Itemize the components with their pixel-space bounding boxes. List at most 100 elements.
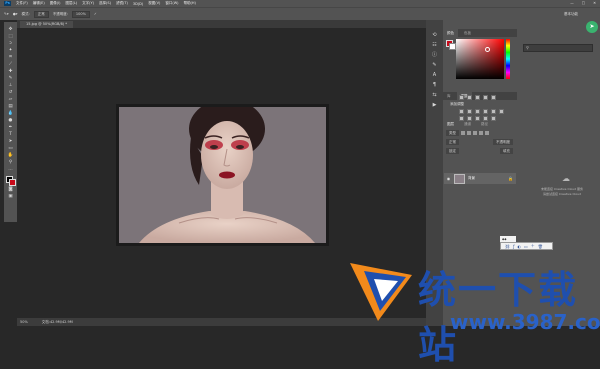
hue-slider[interactable] — [506, 39, 510, 79]
filter-type-icon[interactable] — [473, 131, 477, 135]
marquee-tool-icon[interactable]: ⬚ — [7, 34, 14, 39]
actions-panel-icon[interactable]: ▶ — [431, 102, 438, 109]
pen-tool-icon[interactable]: ✒ — [7, 125, 14, 130]
hand-tool-icon[interactable]: ✋ — [7, 153, 14, 158]
tab-swatches[interactable]: 色板 — [460, 29, 475, 37]
zoom-tool-icon[interactable]: ⚲ — [7, 160, 14, 165]
brush-tool-icon[interactable]: ✎ — [7, 76, 14, 81]
tool-preset-icon[interactable]: ✎▾ — [4, 12, 9, 16]
type-tool-icon[interactable]: T — [7, 132, 14, 137]
menu-edit[interactable]: 编辑(E) — [33, 1, 45, 6]
airbrush-icon[interactable]: ✓ — [94, 12, 97, 16]
new-layer-icon[interactable]: ＋ — [531, 243, 535, 249]
minimize-button[interactable]: — — [570, 1, 574, 5]
panel-background-color[interactable] — [449, 43, 456, 50]
filter-smart-icon[interactable] — [485, 131, 489, 135]
delete-layer-icon[interactable]: 🗑 — [538, 244, 543, 249]
maximize-button[interactable]: □ — [582, 1, 585, 5]
visibility-eye-icon[interactable]: ◉ — [446, 176, 451, 181]
menu-select[interactable]: 选择(S) — [99, 1, 111, 6]
tab-layers[interactable]: 图层 — [443, 120, 458, 128]
brightness-icon[interactable] — [459, 95, 464, 100]
paths-panel-icon[interactable]: ⇆ — [431, 92, 438, 99]
info-panel-icon[interactable]: ⓘ — [431, 52, 438, 59]
lasso-tool-icon[interactable]: ↄ — [7, 41, 14, 46]
floating-toolbar-grip-icon[interactable]: ◆◆ — [500, 237, 507, 241]
dodge-tool-icon[interactable]: ● — [7, 118, 14, 123]
blur-tool-icon[interactable]: 💧 — [7, 111, 14, 116]
document-tab[interactable]: 15.jpg @ 50%(RGB/8) * — [20, 21, 74, 28]
levels-icon[interactable] — [467, 95, 472, 100]
move-tool-icon[interactable]: ✥ — [7, 27, 14, 32]
quick-select-tool-icon[interactable]: ✦ — [7, 48, 14, 53]
fill-label[interactable]: 填充 — [500, 148, 513, 154]
fx-icon[interactable]: ƒ — [513, 244, 514, 249]
photo-filter-icon[interactable] — [483, 109, 488, 114]
history-brush-tool-icon[interactable]: ↺ — [7, 90, 14, 95]
opacity-input[interactable]: 100% — [71, 10, 90, 18]
close-button[interactable]: ✕ — [593, 1, 596, 5]
path-select-tool-icon[interactable]: ➤ — [7, 139, 14, 144]
color-picker-field[interactable] — [456, 39, 504, 79]
character-panel-icon[interactable]: A — [431, 72, 438, 79]
quick-mask-icon[interactable]: ◙ — [7, 187, 14, 192]
brush-size-icon[interactable]: ●▾ — [13, 12, 18, 16]
black-white-icon[interactable] — [475, 109, 480, 114]
eyedropper-tool-icon[interactable]: ⟋ — [7, 62, 14, 67]
layer-row-background[interactable]: ◉ 背景 🔒 — [444, 173, 516, 184]
filter-shape-icon[interactable] — [479, 131, 483, 135]
workspace-select[interactable]: 基本功能 — [564, 12, 578, 17]
download-site-logo — [350, 263, 412, 321]
channel-mixer-icon[interactable] — [491, 109, 496, 114]
filter-pixel-icon[interactable] — [461, 131, 465, 135]
shape-tool-icon[interactable]: ▭ — [7, 146, 14, 151]
filter-adjustment-icon[interactable] — [467, 131, 471, 135]
screen-mode-icon[interactable]: ▣ — [7, 194, 14, 199]
tab-color[interactable]: 颜色 — [443, 29, 458, 37]
clone-stamp-tool-icon[interactable]: ⊥ — [7, 83, 14, 88]
blend-mode-select[interactable]: 正常 — [446, 139, 459, 145]
properties-panel-icon[interactable]: ☷ — [431, 42, 438, 49]
new-group-icon[interactable]: ▭ — [524, 244, 528, 249]
panel-color-swatch[interactable] — [446, 40, 456, 50]
color-lookup-icon[interactable] — [499, 109, 504, 114]
more-tools-icon[interactable]: … — [7, 167, 14, 172]
menu-file[interactable]: 文件(F) — [16, 1, 28, 6]
gradient-tool-icon[interactable]: ▤ — [7, 104, 14, 109]
tab-channels[interactable]: 通道 — [460, 120, 475, 128]
document-canvas[interactable] — [116, 104, 329, 246]
crop-tool-icon[interactable]: ⌗ — [7, 55, 14, 60]
healing-brush-tool-icon[interactable]: ✚ — [7, 69, 14, 74]
tab-libraries[interactable]: 库 — [443, 92, 455, 100]
foreground-background-swatch[interactable] — [6, 176, 16, 186]
exposure-icon[interactable] — [483, 95, 488, 100]
vibrance-icon[interactable] — [491, 95, 496, 100]
paragraph-panel-icon[interactable]: ¶ — [431, 82, 438, 89]
mode-select[interactable]: 正常 — [33, 10, 49, 18]
menu-help[interactable]: 帮助(H) — [184, 1, 196, 6]
layer-opacity-label[interactable]: 不透明度 — [493, 139, 513, 145]
zoom-level[interactable]: 50% — [20, 320, 28, 324]
menu-window[interactable]: 窗口(W) — [165, 1, 178, 6]
color-picker-marker[interactable] — [485, 47, 490, 52]
menu-filter[interactable]: 滤镜(T) — [116, 1, 128, 6]
layer-kind-select[interactable]: 类型 — [446, 130, 459, 136]
brush-panel-icon[interactable]: ✎ — [431, 62, 438, 69]
link-icon[interactable]: ⛓ — [505, 244, 510, 249]
green-circle-button[interactable]: ➤ — [586, 21, 598, 33]
curves-icon[interactable] — [475, 95, 480, 100]
color-balance-icon[interactable] — [467, 109, 472, 114]
menu-type[interactable]: 文字(Y) — [82, 1, 94, 6]
tab-paths[interactable]: 路径 — [477, 120, 492, 128]
history-panel-icon[interactable]: ⟲ — [431, 32, 438, 39]
menu-layer[interactable]: 图层(L) — [65, 1, 77, 6]
menu-view[interactable]: 视图(V) — [148, 1, 160, 6]
layer-name[interactable]: 背景 — [468, 176, 475, 181]
hue-saturation-icon[interactable] — [459, 109, 464, 114]
library-search-input[interactable]: ⚲ — [523, 44, 593, 52]
eraser-tool-icon[interactable]: ▱ — [7, 97, 14, 102]
menu-image[interactable]: 图像(I) — [50, 1, 61, 6]
menu-3d[interactable]: 3D(D) — [133, 2, 143, 6]
mask-icon[interactable]: ◐ — [518, 244, 522, 249]
background-color[interactable] — [9, 179, 16, 186]
